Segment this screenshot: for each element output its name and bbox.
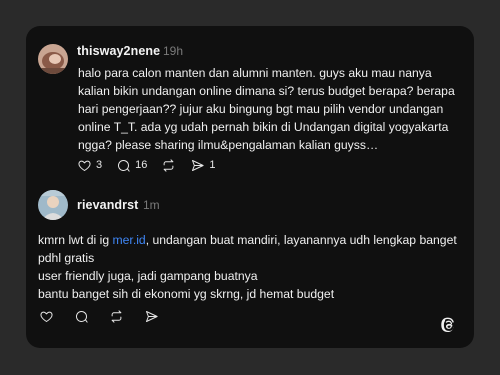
- like-count: 3: [96, 159, 103, 171]
- send-icon: [146, 310, 158, 322]
- repost-icon: [111, 309, 122, 323]
- username[interactable]: thisway2nene: [77, 44, 160, 58]
- send-icon: [192, 159, 204, 171]
- username[interactable]: rievandrst: [77, 198, 138, 212]
- post-text-start: kmrn lwt di ig: [38, 233, 113, 247]
- comment-icon: [118, 159, 130, 172]
- repost-button[interactable]: [109, 309, 124, 324]
- repost-button[interactable]: [161, 158, 176, 173]
- repost-icon: [164, 158, 174, 172]
- timestamp: 19h: [163, 44, 184, 58]
- comment-icon: [76, 310, 88, 323]
- post-text: halo para calon manten dan alumni manten…: [78, 66, 455, 152]
- threads-logo-icon[interactable]: [440, 316, 458, 334]
- post-link[interactable]: mer.id: [113, 233, 146, 247]
- timestamp: 1m: [143, 198, 160, 212]
- reply-count: 16: [135, 159, 148, 171]
- share-button[interactable]: 1: [190, 158, 216, 173]
- heart-icon: [40, 311, 53, 322]
- post-text: kmrn lwt di ig mer.id, undangan buat man…: [38, 231, 458, 303]
- avatar[interactable]: [38, 44, 68, 74]
- heart-icon: [78, 160, 91, 171]
- reply-button[interactable]: 16: [116, 158, 147, 173]
- like-button[interactable]: [39, 309, 54, 324]
- reply-button[interactable]: [74, 309, 89, 324]
- avatar[interactable]: [38, 190, 68, 220]
- post-actions: [39, 307, 173, 325]
- post-2: rievandrst 1m kmrn lwt di ig mer.id, und…: [26, 186, 474, 348]
- post-actions: 3 16 1: [77, 156, 230, 174]
- share-button[interactable]: [144, 309, 159, 324]
- post-1: thisway2nene 19h halo para calon manten …: [26, 26, 474, 186]
- thread-card: thisway2nene 19h halo para calon manten …: [26, 26, 474, 348]
- share-count: 1: [209, 159, 216, 171]
- like-button[interactable]: 3: [77, 158, 102, 173]
